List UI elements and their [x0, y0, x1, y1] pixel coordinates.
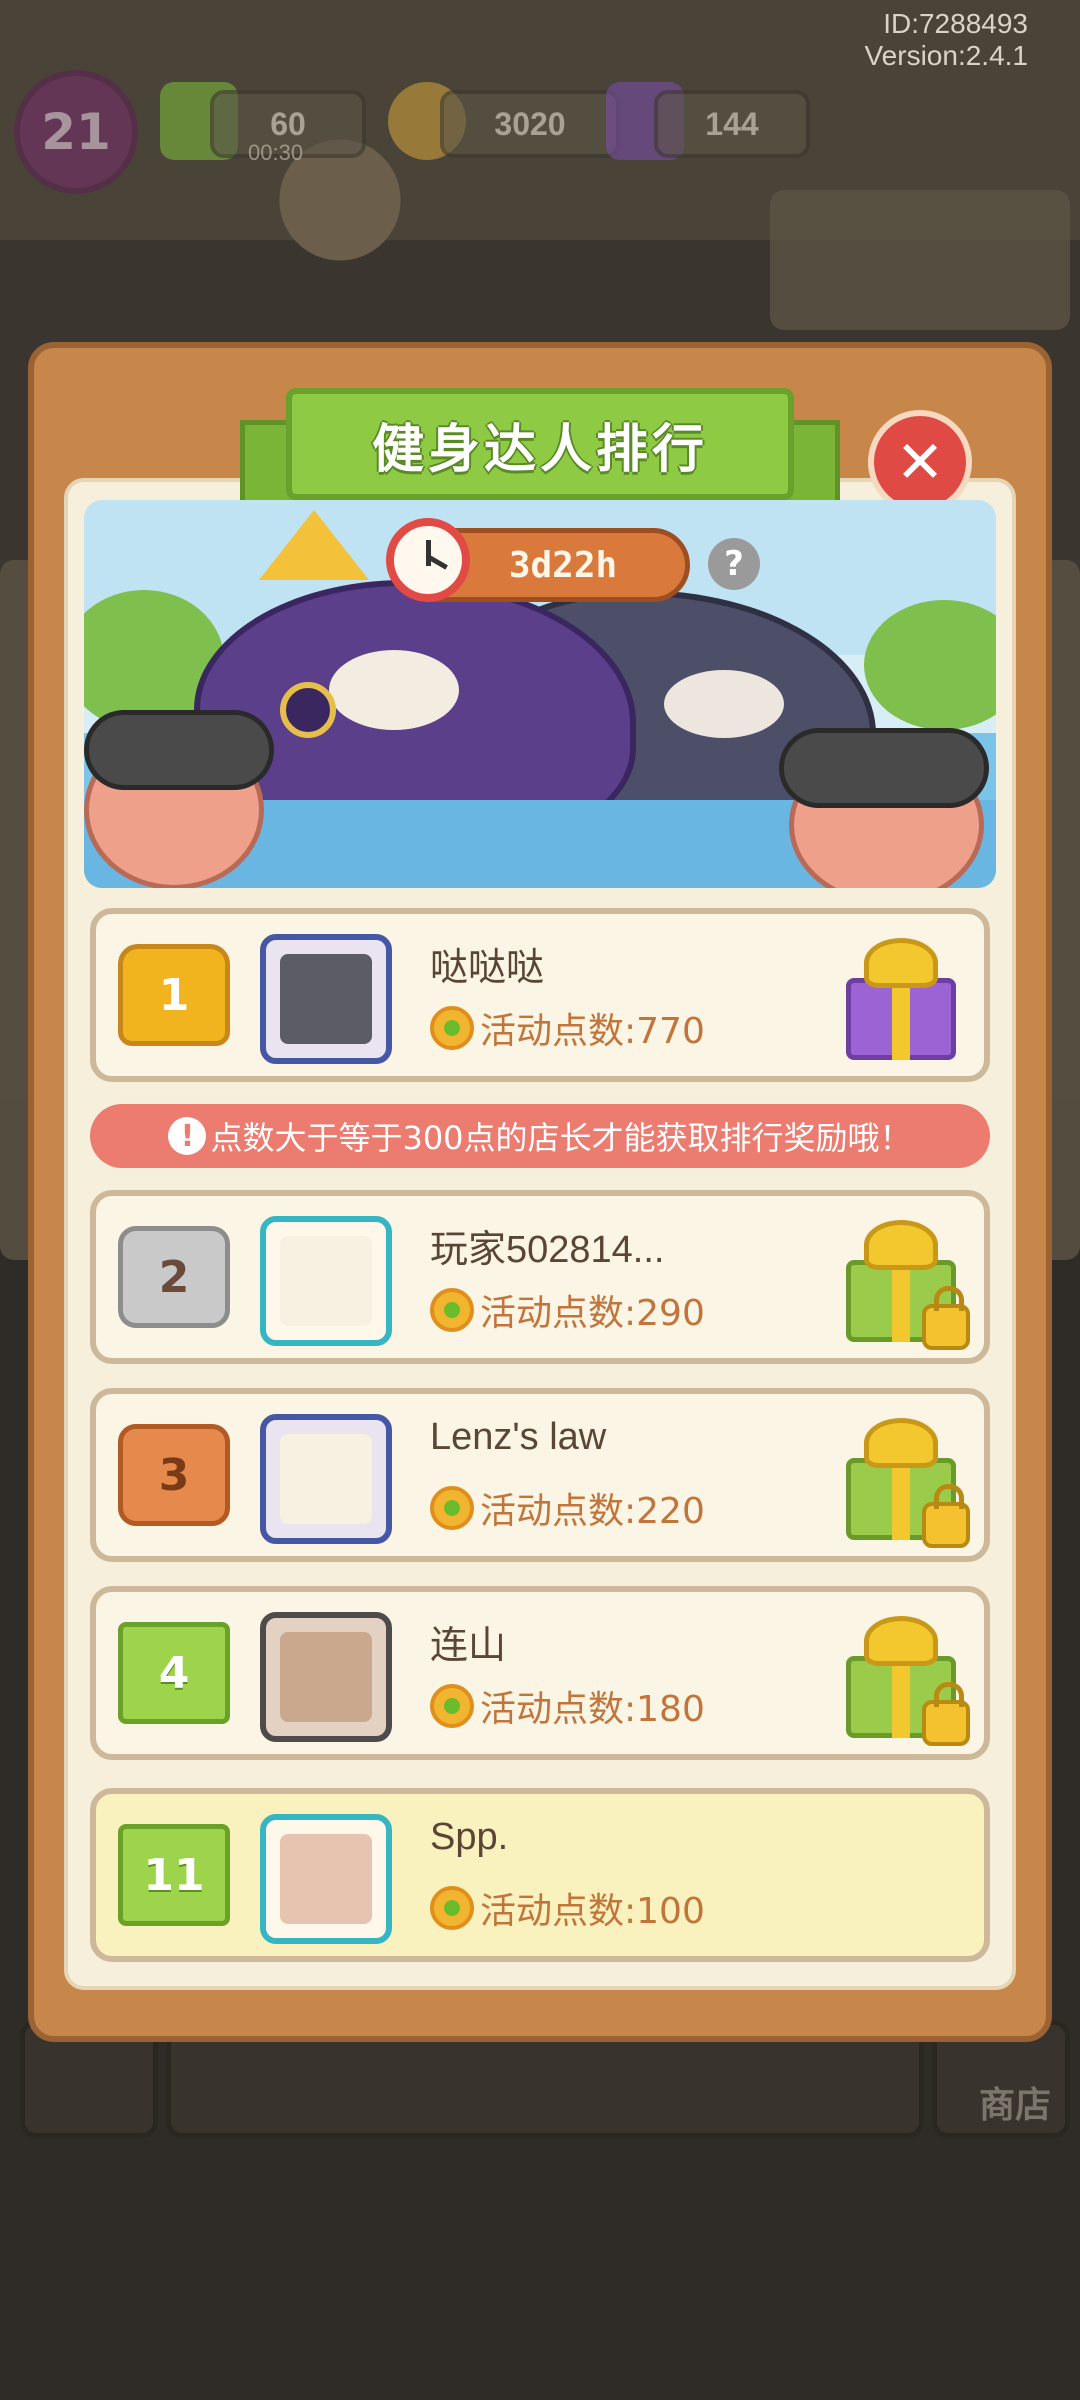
energy-timer: 00:30 [248, 140, 304, 165]
reward-gift-locked[interactable] [838, 1214, 970, 1350]
clock-icon [386, 518, 470, 602]
player-name: Spp. [430, 1816, 509, 1858]
player-name: 哒哒哒 [430, 947, 545, 989]
player-name: 玩家502814... [430, 1229, 665, 1271]
points-value: 活动点数:770 [480, 1011, 705, 1052]
gift-bow-icon [864, 1220, 938, 1270]
my-rank-row[interactable]: 11 Spp. 活动点数:100 [90, 1788, 990, 1962]
green-rank-badge: 11 [118, 1824, 230, 1926]
timer-value: 3d22h [508, 544, 618, 586]
green-rank-badge: 4 [118, 1622, 230, 1724]
energy-value: 60 [270, 105, 306, 142]
orca-patch [664, 670, 784, 738]
player-id-version: ID:7288493 Version:2.4.1 [865, 8, 1028, 72]
lock-icon [922, 1682, 970, 1746]
leaderboard-row[interactable]: 2 玩家502814... 活动点数:290 [90, 1190, 990, 1364]
rank-number: 2 [158, 1251, 190, 1303]
gift-bow-icon [864, 1418, 938, 1468]
gift-ribbon [892, 1260, 910, 1342]
rank-number: 4 [158, 1647, 190, 1699]
silver-crown-badge: 2 [118, 1226, 230, 1328]
reward-gift-locked[interactable] [838, 1412, 970, 1548]
title-banner: 健身达人排行 [286, 388, 794, 500]
avatar-image [280, 1434, 372, 1524]
avatar[interactable] [260, 1814, 392, 1944]
points-value: 活动点数:220 [480, 1491, 705, 1532]
player-name: Lenz's law [430, 1416, 607, 1458]
shop-label: 商店 [978, 2085, 1051, 2126]
player-name: 连山 [430, 1625, 507, 1667]
flower-icon [430, 1486, 474, 1530]
points-value: 活动点数:100 [480, 1891, 705, 1932]
points-value: 活动点数:290 [480, 1293, 705, 1334]
avatar-image [280, 954, 372, 1044]
leaderboard-row[interactable]: 4 连山 活动点数:180 [90, 1586, 990, 1760]
avatar[interactable] [260, 1414, 392, 1544]
background-shelf [770, 190, 1070, 330]
flower-icon [430, 1006, 474, 1050]
avatar[interactable] [260, 934, 392, 1064]
player-id: ID:7288493 [883, 8, 1028, 39]
notice-text: 点数大于等于300点的店长才能获取排行奖励哦！ [210, 1119, 912, 1157]
gem-counter[interactable]: 144 [654, 90, 810, 158]
flower-icon [430, 1684, 474, 1728]
gift-ribbon [892, 978, 910, 1060]
leaderboard-row[interactable]: 3 Lenz's law 活动点数:220 [90, 1388, 990, 1562]
close-button[interactable]: ✕ [868, 410, 972, 514]
modal-title: 健身达人排行 [371, 419, 708, 480]
points-value: 活动点数:180 [480, 1689, 705, 1730]
bush-illustration [864, 600, 996, 730]
coin-counter[interactable]: 3020 [440, 90, 620, 158]
avatar-image [280, 1834, 372, 1924]
flower-icon [430, 1288, 474, 1332]
leaderboard-row[interactable]: 1 哒哒哒 活动点数:770 [90, 908, 990, 1082]
crown-icon [259, 510, 369, 580]
gem-value: 144 [705, 105, 759, 142]
avatar-image [280, 1236, 372, 1326]
close-icon: ✕ [895, 428, 945, 496]
help-button[interactable]: ? [708, 538, 760, 590]
level-number: 21 [41, 103, 111, 161]
rank-number: 1 [158, 969, 190, 1021]
points-display: 活动点数:290 [430, 1284, 705, 1336]
help-icon: ? [724, 544, 744, 584]
points-display: 活动点数:180 [430, 1680, 705, 1732]
bronze-crown-badge: 3 [118, 1424, 230, 1526]
flower-icon [430, 1886, 474, 1930]
rank-number: 3 [158, 1449, 190, 1501]
version-label: Version:2.4.1 [864, 40, 1028, 71]
tire-icon [779, 728, 989, 808]
tire-icon [84, 710, 274, 790]
whale-eye [280, 682, 336, 738]
lock-icon [922, 1484, 970, 1548]
points-display: 活动点数:100 [430, 1882, 705, 1934]
avatar-image [280, 1632, 372, 1722]
gift-ribbon [892, 1656, 910, 1738]
points-display: 活动点数:770 [430, 1002, 705, 1054]
lock-icon [922, 1286, 970, 1350]
reward-gift[interactable] [838, 932, 962, 1064]
gift-ribbon [892, 1458, 910, 1540]
reward-gift-locked[interactable] [838, 1610, 970, 1746]
coin-value: 3020 [494, 105, 566, 142]
gold-crown-badge: 1 [118, 944, 230, 1046]
reward-notice: ! 点数大于等于300点的店长才能获取排行奖励哦！ [90, 1104, 990, 1168]
whale-patch [329, 650, 459, 730]
rank-number: 11 [143, 1849, 205, 1901]
gift-bow-icon [864, 1616, 938, 1666]
gift-bow-icon [864, 938, 938, 988]
alert-icon: ! [168, 1117, 207, 1155]
level-badge[interactable]: 21 [14, 70, 138, 194]
avatar[interactable] [260, 1216, 392, 1346]
points-display: 活动点数:220 [430, 1482, 705, 1534]
avatar[interactable] [260, 1612, 392, 1742]
